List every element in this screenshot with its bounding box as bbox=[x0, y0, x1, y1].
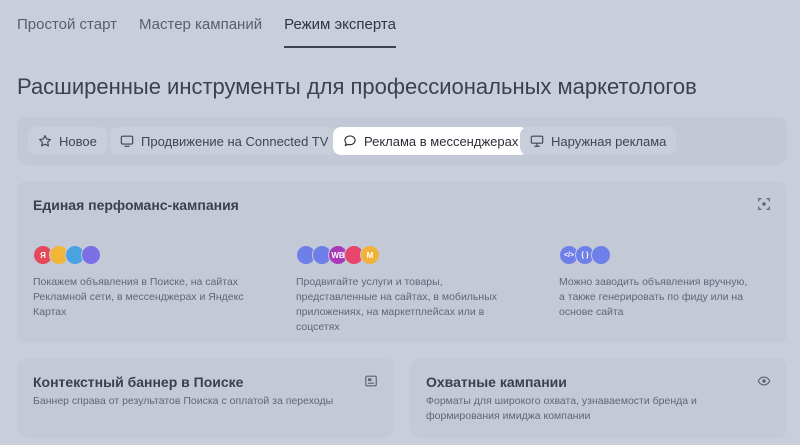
channel-badges: Я bbox=[33, 245, 101, 265]
chip-connected-tv[interactable]: Продвижение на Connected TV bbox=[110, 127, 339, 155]
reach-campaigns-card[interactable]: Охватные кампании Форматы для широкого о… bbox=[410, 358, 787, 438]
chip-label: Реклама в мессенджерах bbox=[364, 133, 519, 149]
card-description: Форматы для широкого охвата, узнаваемост… bbox=[426, 395, 697, 422]
tab-expert-mode[interactable]: Режим эксперта bbox=[284, 0, 396, 48]
star-icon bbox=[39, 135, 51, 147]
card-title: Единая перфоманс-кампания bbox=[33, 197, 239, 213]
feature-description: Продвигайте услуги и товары, представлен… bbox=[296, 276, 497, 333]
creation-badges: </> { } bbox=[559, 245, 611, 265]
expand-icon[interactable] bbox=[757, 197, 771, 211]
tv-icon bbox=[120, 135, 134, 147]
chip-label: Продвижение на Connected TV bbox=[141, 133, 329, 149]
context-banner-card[interactable]: Контекстный баннер в Поиске Баннер справ… bbox=[17, 358, 394, 438]
feature-description: Можно заводить объявления вручную, а так… bbox=[559, 276, 748, 318]
chat-icon bbox=[344, 135, 356, 147]
platform-badges: WB M bbox=[296, 245, 380, 265]
eye-icon bbox=[757, 376, 771, 386]
chip-label: Наружная реклама bbox=[551, 133, 667, 149]
tab-campaign-wizard[interactable]: Мастер кампаний bbox=[139, 0, 262, 48]
chip-outdoor-ads[interactable]: Наружная реклама bbox=[520, 127, 677, 155]
market-icon: M bbox=[360, 245, 380, 265]
billboard-icon bbox=[530, 135, 544, 147]
performance-campaign-card[interactable]: Единая перфоманс-кампания Я Покажем объя… bbox=[17, 181, 787, 343]
page-title: Расширенные инструменты для профессионал… bbox=[17, 74, 697, 99]
card-title: Контекстный баннер в Поиске bbox=[33, 374, 244, 390]
card-title: Охватные кампании bbox=[426, 374, 567, 390]
tab-simple-start[interactable]: Простой старт bbox=[17, 0, 117, 48]
banner-icon bbox=[365, 375, 377, 387]
chip-label: Новое bbox=[59, 133, 97, 149]
chip-messenger-ads[interactable]: Реклама в мессенджерах bbox=[333, 127, 529, 155]
filter-chips-bar: Новое Продвижение на Connected TV Реклам… bbox=[17, 117, 787, 165]
card-description: Баннер справа от результатов Поиска с оп… bbox=[33, 395, 334, 407]
messenger-icon bbox=[81, 245, 101, 265]
feature-description: Покажем объявления в Поиске, на сайтах Р… bbox=[33, 276, 244, 318]
mode-tabs: Простой старт Мастер кампаний Режим эксп… bbox=[17, 0, 396, 48]
chip-new[interactable]: Новое bbox=[28, 127, 107, 155]
feed-icon bbox=[591, 245, 611, 265]
